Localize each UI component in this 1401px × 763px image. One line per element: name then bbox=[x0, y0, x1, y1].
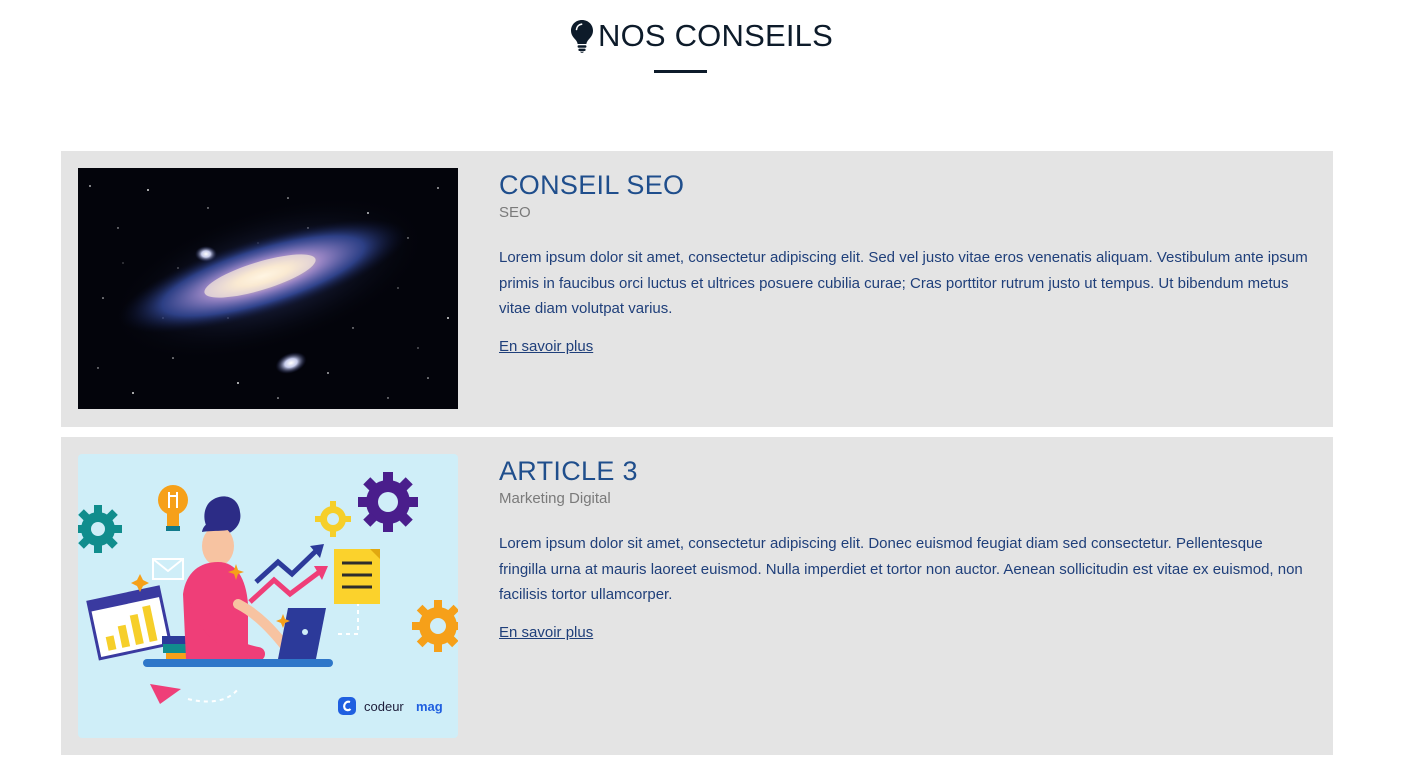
section-title-row: NOS CONSEILS bbox=[570, 16, 833, 56]
svg-text:mag: mag bbox=[416, 699, 443, 714]
page-title: NOS CONSEILS bbox=[598, 18, 833, 53]
codeur-mag-logo: codeur mag bbox=[338, 697, 443, 715]
read-more-link[interactable]: En savoir plus bbox=[499, 624, 593, 641]
read-more-link[interactable]: En savoir plus bbox=[499, 338, 593, 355]
article-image-marketing[interactable]: codeur mag bbox=[78, 454, 458, 738]
title-underline bbox=[654, 70, 707, 73]
article-image-galaxy[interactable] bbox=[78, 168, 458, 409]
article-excerpt: Lorem ipsum dolor sit amet, consectetur … bbox=[499, 249, 1308, 317]
gear-icon bbox=[358, 472, 418, 532]
article-card: codeur mag ARTICLE 3 Marketing Digital L… bbox=[61, 437, 1333, 755]
section-header: NOS CONSEILS bbox=[0, 0, 1401, 80]
article-title[interactable]: CONSEIL SEO bbox=[499, 169, 1314, 201]
article-body: ARTICLE 3 Marketing Digital Lorem ipsum … bbox=[499, 455, 1314, 642]
lightbulb-icon bbox=[570, 19, 594, 53]
article-category: SEO bbox=[499, 204, 531, 221]
svg-text:codeur: codeur bbox=[364, 699, 404, 714]
article-title[interactable]: ARTICLE 3 bbox=[499, 455, 1314, 487]
article-card: CONSEIL SEO SEO Lorem ipsum dolor sit am… bbox=[61, 151, 1333, 427]
article-body: CONSEIL SEO SEO Lorem ipsum dolor sit am… bbox=[499, 169, 1314, 356]
article-category: Marketing Digital bbox=[499, 490, 611, 507]
checklist-note-icon bbox=[334, 549, 380, 604]
article-excerpt: Lorem ipsum dolor sit amet, consectetur … bbox=[499, 535, 1303, 603]
